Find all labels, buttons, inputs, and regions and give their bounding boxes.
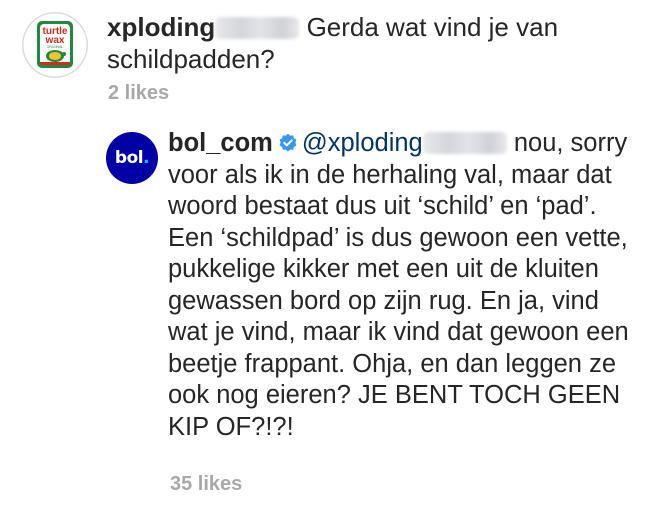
avatar-turtle-wax[interactable]: turtle wax ORIGINAL — [22, 12, 88, 78]
comment: turtle wax ORIGINAL xploding Gerda wat v… — [0, 0, 653, 120]
bol-logo-text: bol — [114, 148, 144, 168]
reply-username[interactable]: bol_com — [168, 129, 273, 157]
reply: bol. bol_com @xploding nou, sorry voor a… — [0, 120, 653, 514]
redacted-mention-blur — [422, 132, 507, 154]
reply-mention[interactable]: @xploding — [302, 129, 423, 157]
avatar-bol-com[interactable]: bol. — [106, 132, 158, 184]
comment-username[interactable]: xploding — [107, 12, 215, 42]
turtle-wax-logo-icon: turtle wax ORIGINAL — [22, 12, 88, 78]
bol-logo-dot: . — [143, 148, 150, 168]
redacted-username-blur — [215, 17, 300, 39]
bol-com-logo-icon: bol. — [114, 148, 150, 168]
logo-small-text: ORIGINAL — [47, 45, 64, 49]
verified-badge-icon — [279, 133, 297, 152]
reply-body: bol_com @xploding nou, sorry voor als ik… — [168, 128, 638, 443]
reply-text: nou, sorry voor als ik in de herhaling v… — [168, 129, 629, 441]
comment-body: xploding Gerda wat vind je van schildpad… — [107, 11, 627, 75]
reply-likes[interactable]: 35 likes — [170, 473, 242, 496]
comment-likes[interactable]: 2 likes — [108, 82, 169, 105]
